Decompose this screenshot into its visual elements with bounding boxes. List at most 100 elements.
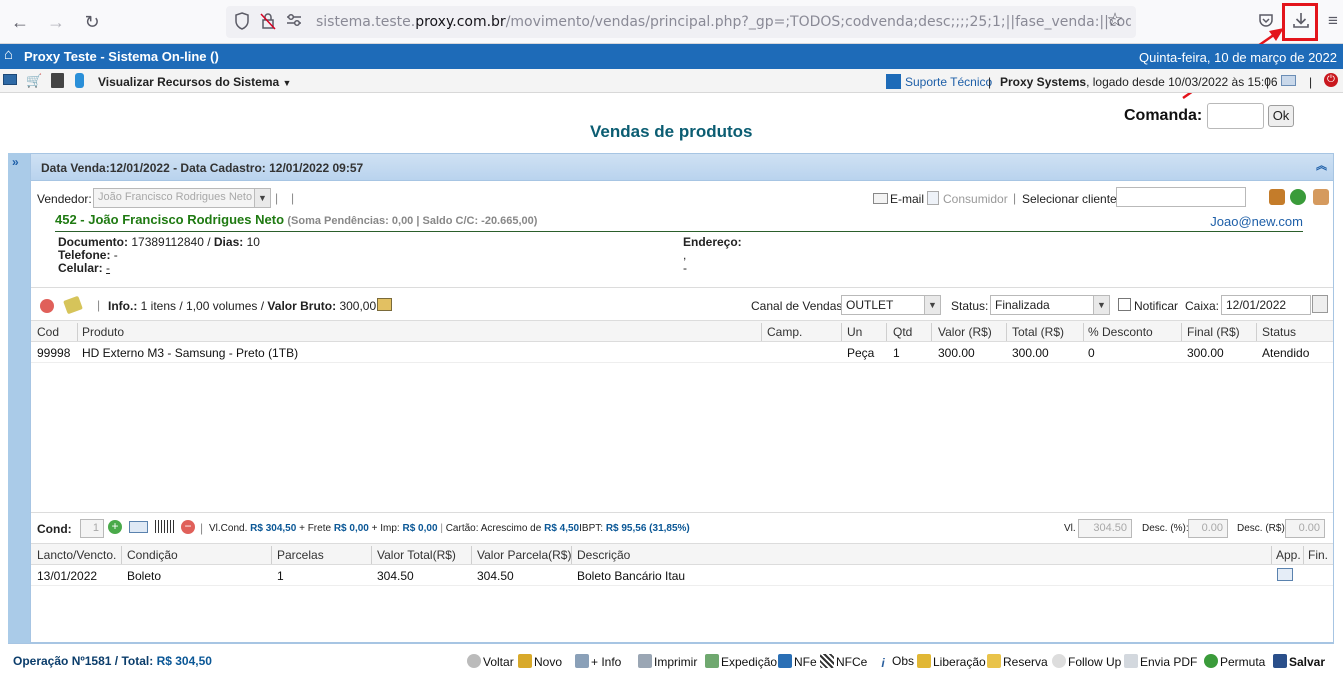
select-client-input[interactable]: [1116, 187, 1246, 207]
channel-select[interactable]: OUTLET ▼: [841, 295, 941, 315]
resources-menu[interactable]: Visualizar Recursos do Sistema ▼: [98, 75, 291, 89]
col-condicao[interactable]: Condição: [127, 548, 178, 562]
support-link[interactable]: Suporte Técnico: [905, 75, 992, 89]
power-icon[interactable]: ⏻: [1324, 73, 1338, 87]
cond-separator: |: [200, 521, 204, 535]
seller-select[interactable]: João Francisco Rodrigues Neto ▼: [93, 188, 271, 208]
table-row[interactable]: 99998 HD Externo M3 - Samsung - Preto (1…: [31, 342, 1333, 363]
status-value: Finalizada: [995, 298, 1050, 312]
desc-rs-input[interactable]: 0.00: [1285, 519, 1325, 538]
obs-button[interactable]: i Obs: [876, 654, 914, 670]
col-camp[interactable]: Camp.: [767, 325, 802, 339]
status-select[interactable]: Finalizada ▼: [990, 295, 1110, 315]
new-button[interactable]: Novo: [518, 654, 562, 669]
client-email[interactable]: Joao@new.com: [1210, 214, 1303, 229]
col-status[interactable]: Status: [1262, 325, 1296, 339]
col-desconto[interactable]: % Desconto: [1088, 325, 1153, 339]
eraser-icon[interactable]: [63, 295, 83, 315]
release-button[interactable]: Liberação: [917, 654, 986, 669]
menu-icon[interactable]: ≡: [1324, 11, 1342, 31]
barcode-icon[interactable]: [155, 520, 174, 533]
bottle-icon[interactable]: [75, 73, 84, 88]
send-pdf-button[interactable]: Envia PDF: [1124, 654, 1197, 669]
collapsed-sidebar[interactable]: »: [8, 153, 30, 643]
envelope-icon[interactable]: [873, 193, 888, 204]
follow-up-button[interactable]: Follow Up: [1052, 654, 1121, 669]
col-lancto[interactable]: Lancto/Vencto.: [37, 548, 116, 562]
toolbar-separator: |: [988, 75, 992, 89]
col-total[interactable]: Total (R$): [1012, 325, 1064, 339]
collapse-chevron-icon[interactable]: ︽: [1316, 157, 1327, 173]
monitor-icon[interactable]: [3, 74, 17, 85]
col-produto[interactable]: Produto: [82, 325, 124, 339]
url-text[interactable]: sistema.teste.proxy.com.br/movimento/ven…: [316, 14, 1131, 30]
nfce-button[interactable]: NFCe: [820, 654, 867, 669]
col-qtd[interactable]: Qtd: [893, 325, 912, 339]
cond-input[interactable]: 1: [80, 519, 104, 538]
comanda-input[interactable]: [1207, 103, 1264, 129]
cart-icon[interactable]: 🛒: [26, 74, 42, 87]
add-cond-icon[interactable]: +: [108, 520, 122, 534]
desc-pct-input[interactable]: 0.00: [1188, 519, 1228, 538]
consumer-icon[interactable]: [927, 191, 939, 205]
url-bar[interactable]: sistema.teste.proxy.com.br/movimento/ven…: [226, 6, 1136, 38]
print-button[interactable]: Imprimir: [638, 654, 697, 669]
vl-cond-label: Vl.Cond.: [209, 523, 248, 534]
expedition-button[interactable]: Expedição: [705, 654, 777, 669]
exchange-button[interactable]: Permuta: [1204, 654, 1265, 669]
back-button[interactable]: Voltar: [467, 654, 514, 669]
nfe-button[interactable]: NFe: [778, 654, 817, 669]
calendar-icon[interactable]: [1312, 295, 1328, 313]
payment-calendar-icon[interactable]: [1277, 568, 1293, 581]
col-final[interactable]: Final (R$): [1187, 325, 1240, 339]
col-valor-parcela[interactable]: Valor Parcela(R$): [477, 548, 571, 562]
table-row[interactable]: 13/01/2022 Boleto 1 304.50 304.50 Boleto…: [31, 565, 1333, 586]
remove-cond-icon[interactable]: −: [181, 520, 195, 534]
ok-button[interactable]: Ok: [1268, 105, 1294, 127]
payment-date: 13/01/2022: [37, 569, 98, 583]
release-label: Liberação: [933, 655, 986, 669]
notify-checkbox[interactable]: [1118, 298, 1131, 311]
seller-value: João Francisco Rodrigues Neto: [98, 191, 253, 203]
col-cod[interactable]: Cod: [37, 325, 59, 339]
consumer-option[interactable]: Consumidor: [943, 192, 1008, 206]
cond-summary: Vl.Cond. R$ 304,50 + Frete R$ 0,00 + Imp…: [209, 523, 690, 534]
shield-icon[interactable]: [232, 12, 252, 36]
save-button[interactable]: Salvar: [1273, 654, 1325, 669]
col-app[interactable]: App.: [1276, 548, 1301, 562]
calculator-small-icon[interactable]: [377, 298, 392, 311]
expand-chevron-icon[interactable]: »: [12, 155, 19, 169]
client-search-icon[interactable]: [1313, 189, 1329, 205]
forward-arrow-icon[interactable]: →: [44, 10, 68, 34]
col-parcelas[interactable]: Parcelas: [277, 548, 324, 562]
vl-pagar-input[interactable]: 304.50: [1078, 519, 1132, 538]
col-descricao[interactable]: Descrição: [577, 548, 630, 562]
remove-item-icon[interactable]: [40, 299, 54, 313]
email-option[interactable]: E-mail: [890, 192, 924, 206]
no-tracking-icon[interactable]: [258, 12, 278, 36]
permissions-icon[interactable]: [284, 12, 304, 34]
refresh-client-icon[interactable]: [1290, 189, 1306, 205]
address-label: Endereço:: [683, 235, 742, 249]
desc-pct-label: Desc. (%):: [1142, 523, 1189, 534]
back-arrow-icon[interactable]: ←: [8, 10, 32, 34]
users-icon: [917, 654, 931, 668]
cell-value[interactable]: -: [106, 261, 110, 275]
caixa-input[interactable]: 12/01/2022: [1221, 295, 1311, 315]
home-icon[interactable]: ⌂: [4, 47, 20, 63]
divider: [31, 287, 1333, 288]
client-name[interactable]: 452 - João Francisco Rodrigues Neto: [55, 212, 284, 227]
client-edit-icon[interactable]: [1269, 189, 1285, 205]
col-fin[interactable]: Fin.: [1308, 548, 1328, 562]
more-info-button[interactable]: + Info: [575, 654, 621, 669]
mail-icon[interactable]: [1281, 75, 1296, 86]
reload-icon[interactable]: ↻: [80, 10, 104, 34]
col-valor-total[interactable]: Valor Total(R$): [377, 548, 456, 562]
support-icon[interactable]: [886, 74, 901, 89]
reserve-button[interactable]: Reserva: [987, 654, 1048, 669]
col-valor[interactable]: Valor (R$): [938, 325, 992, 339]
col-un[interactable]: Un: [847, 325, 862, 339]
calculator-icon[interactable]: [51, 73, 64, 88]
card-icon[interactable]: [129, 521, 148, 533]
bookmark-star-icon[interactable]: ☆: [1104, 11, 1126, 31]
